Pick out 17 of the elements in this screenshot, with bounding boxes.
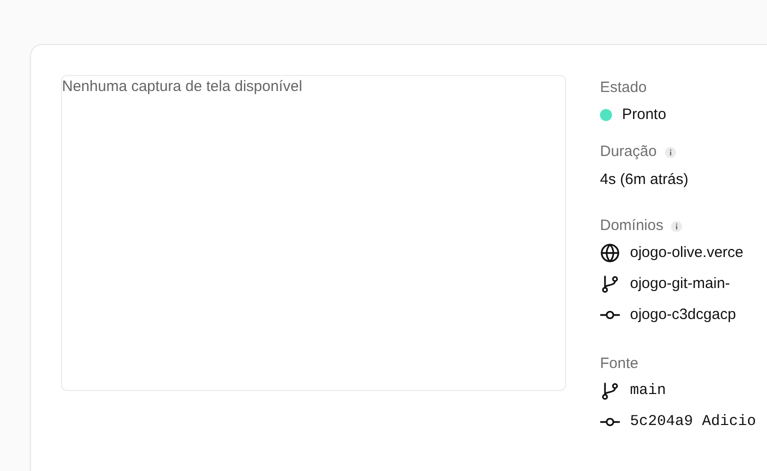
status-label: Estado <box>600 79 647 97</box>
source-text[interactable]: main <box>630 381 666 401</box>
domains-label: Domínios <box>600 217 664 235</box>
domain-link[interactable]: ojogo-git-main- <box>630 274 730 294</box>
domain-link[interactable]: ojogo-c3dcgacp <box>630 305 736 325</box>
duration-value: 4s (6m atrás) <box>600 171 688 188</box>
source-text[interactable]: 5c204a9 Adicio <box>630 412 756 432</box>
globe-icon <box>600 243 620 263</box>
branch-icon <box>600 274 620 294</box>
info-icon[interactable] <box>664 146 676 158</box>
status-value: Pronto <box>622 105 666 125</box>
empty-preview-text: Nenhuma captura de tela disponível <box>62 79 302 96</box>
domain-link[interactable]: ojogo-olive.verce <box>630 243 744 263</box>
duration-label: Duração <box>600 143 657 161</box>
info-icon[interactable] <box>671 220 682 232</box>
source-label: Fonte <box>600 355 638 373</box>
branch-icon <box>600 381 620 401</box>
